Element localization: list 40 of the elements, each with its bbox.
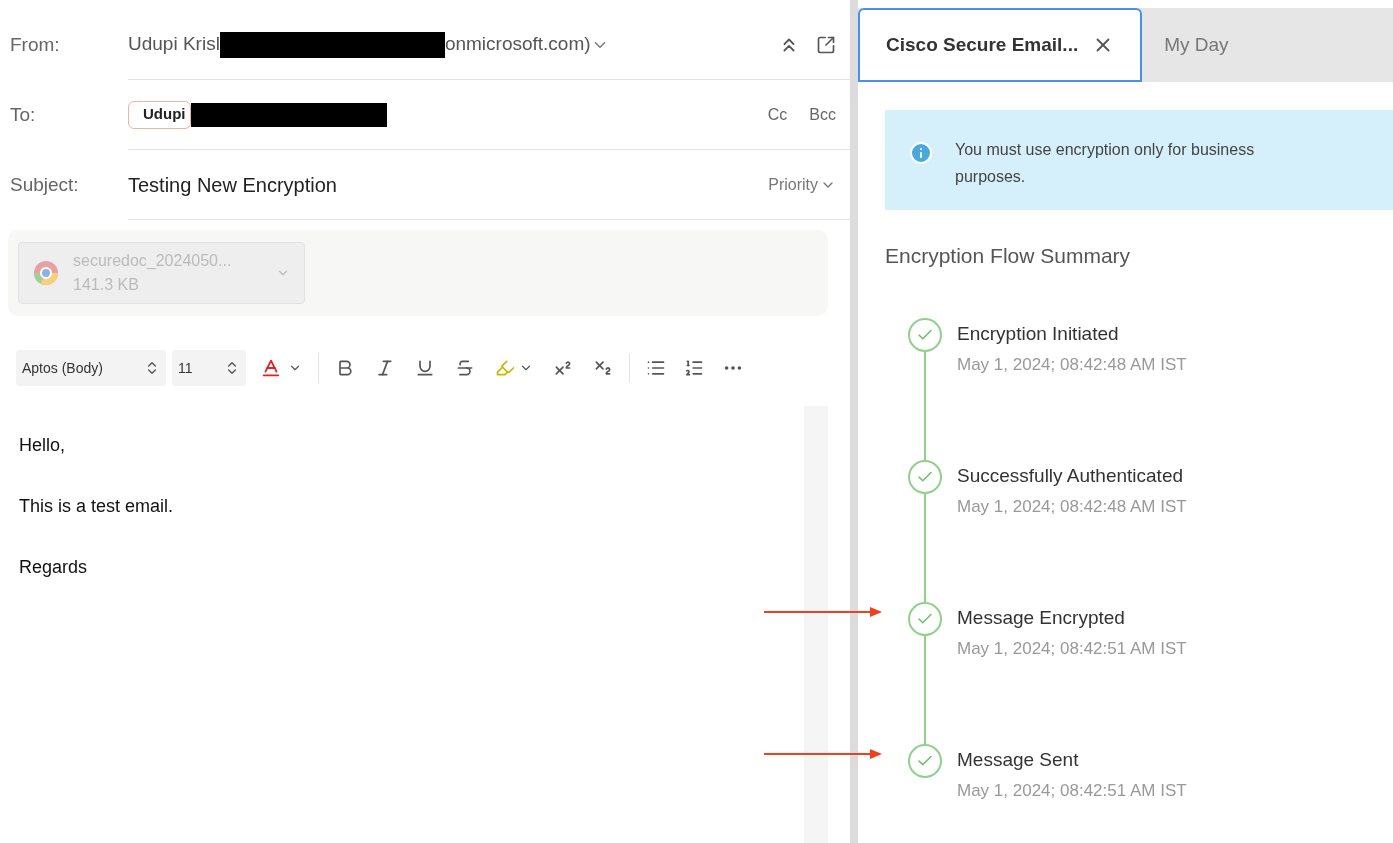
numbered-list-icon[interactable]	[684, 358, 704, 378]
body-text: Hello,	[19, 434, 67, 457]
priority-button[interactable]: Priority	[768, 172, 818, 197]
underline-icon[interactable]	[415, 358, 435, 378]
step-title: Successfully Authenticated	[957, 463, 1185, 488]
pop-out-icon[interactable]	[816, 34, 836, 55]
sender-name: Udupi Krisl	[128, 32, 220, 57]
field-label: From:	[9, 32, 61, 57]
cc-button[interactable]: Cc	[767, 102, 788, 127]
bcc-button[interactable]: Bcc	[809, 102, 836, 127]
sender-address: onmicrosoft.com)	[444, 32, 591, 57]
tab-label: Cisco Secure Email...	[886, 32, 1079, 57]
step-title: Encryption Initiated	[957, 321, 1120, 346]
step-title: Message Encrypted	[957, 605, 1126, 630]
browser-logo-icon	[33, 260, 59, 286]
panel-tab[interactable]: Cisco Secure Email...	[858, 8, 1143, 82]
body-text: Regards	[19, 556, 89, 579]
step-time: May 1, 2024; 08:42:48 AM IST	[957, 354, 1187, 376]
subscript-icon[interactable]	[593, 358, 613, 378]
font-select[interactable]: Aptos (Body)	[16, 350, 166, 386]
subject-field[interactable]: Testing New Encryption	[128, 169, 337, 200]
section-heading: Encryption Flow Summary	[885, 243, 1132, 269]
field-label: Subject:	[9, 172, 80, 197]
field-label: To:	[9, 102, 37, 127]
step-title: Message Sent	[957, 747, 1080, 772]
bullet-list-icon[interactable]	[646, 358, 666, 378]
notice-text: You must use encryption only for business purposes.	[955, 140, 1256, 187]
font-color-icon[interactable]	[260, 357, 282, 379]
italic-icon[interactable]	[375, 358, 395, 378]
recipient-chip[interactable]: Udupi	[128, 100, 191, 129]
strikethrough-icon[interactable]	[455, 358, 475, 378]
tab-label: My Day	[1164, 32, 1229, 57]
body-text: This is a test email.	[19, 495, 175, 518]
step-time: May 1, 2024; 08:42:51 AM IST	[957, 780, 1187, 802]
superscript-icon[interactable]	[553, 358, 573, 378]
info-icon	[909, 141, 933, 165]
font-size-select[interactable]: 11	[172, 350, 246, 386]
step-time: May 1, 2024; 08:42:48 AM IST	[957, 496, 1187, 518]
panel-tab[interactable]: My Day	[1142, 8, 1251, 82]
step-time: May 1, 2024; 08:42:51 AM IST	[957, 638, 1187, 660]
